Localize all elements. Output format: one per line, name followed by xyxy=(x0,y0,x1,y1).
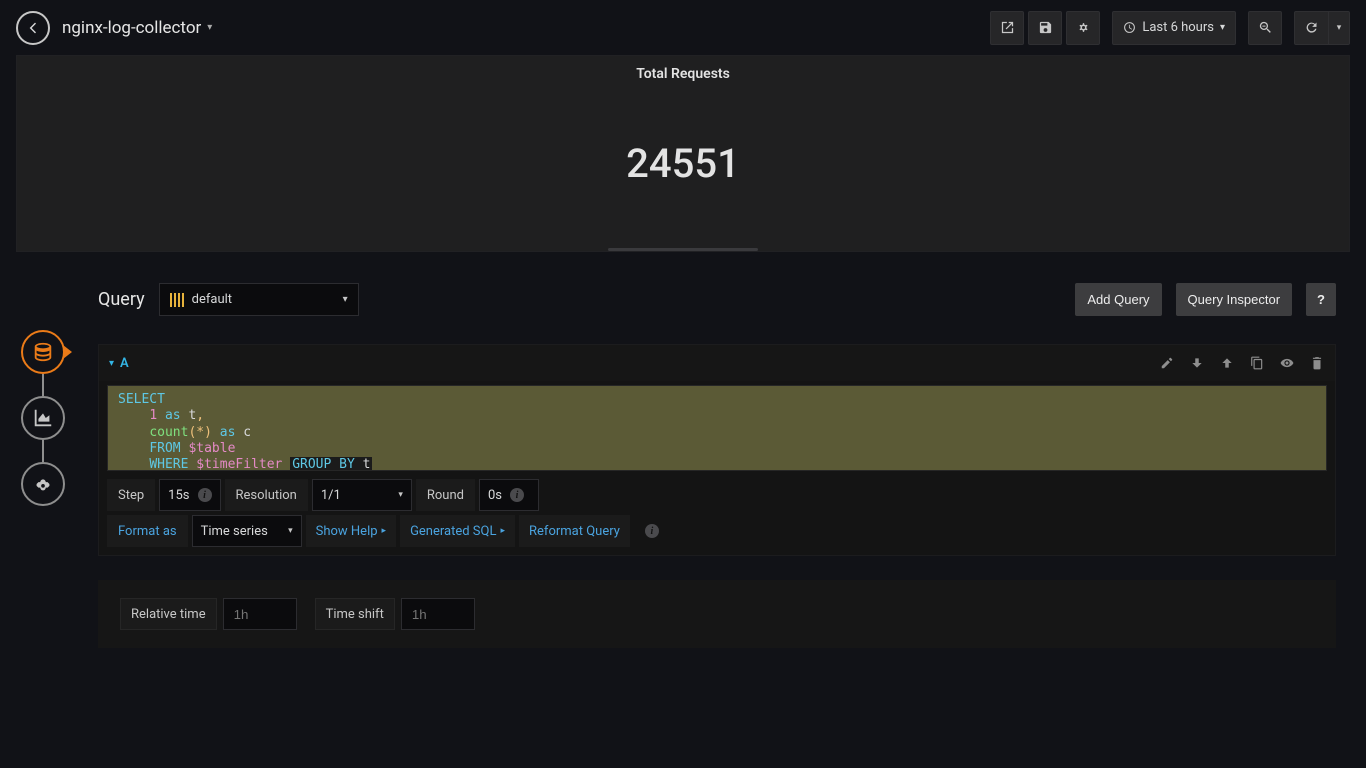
datasource-picker[interactable]: default ▾ xyxy=(159,283,359,316)
datasource-icon xyxy=(170,293,184,307)
save-icon xyxy=(1038,20,1053,35)
trash-icon xyxy=(1310,356,1324,370)
reformat-query-link[interactable]: Reformat Query xyxy=(519,515,630,547)
time-range-label: Last 6 hours xyxy=(1142,20,1214,35)
format-as-select[interactable]: Time series ▾ xyxy=(192,515,302,547)
query-help-button[interactable]: ? xyxy=(1306,283,1336,316)
refresh-group: ▾ xyxy=(1294,11,1350,45)
resolution-select[interactable]: 1/1 ▾ xyxy=(312,479,412,511)
caret-right-icon: ▸ xyxy=(500,526,505,536)
resolution-label: Resolution xyxy=(225,479,308,511)
info-icon[interactable]: i xyxy=(510,488,524,502)
caret-down-icon: ▾ xyxy=(1337,23,1342,33)
refresh-button[interactable] xyxy=(1294,11,1328,45)
time-shift-label: Time shift xyxy=(315,598,395,630)
caret-right-icon: ▸ xyxy=(382,526,387,536)
round-input[interactable]: 0s i xyxy=(479,479,539,511)
caret-down-icon: ▾ xyxy=(343,294,348,305)
nav-visualization[interactable] xyxy=(21,396,65,440)
back-button[interactable] xyxy=(16,11,50,45)
dashboard-title-text: nginx-log-collector xyxy=(62,18,201,38)
toolbar-button-group xyxy=(990,11,1100,45)
dashboard-title-dropdown[interactable]: nginx-log-collector ▾ xyxy=(62,18,212,38)
share-icon xyxy=(1000,20,1015,35)
settings-button[interactable] xyxy=(1066,11,1100,45)
nav-connector xyxy=(42,440,44,462)
singlestat-panel[interactable]: Total Requests 24551 xyxy=(16,55,1350,252)
query-options-row-1: Step 15s i Resolution 1/1 ▾ Round 0s i xyxy=(99,477,1335,513)
caret-down-icon: ▾ xyxy=(398,490,403,500)
caret-down-icon: ▾ xyxy=(207,22,212,33)
database-icon xyxy=(32,341,54,363)
top-toolbar: nginx-log-collector ▾ Last 6 hours ▾ ▾ xyxy=(0,0,1366,55)
time-override-section: Relative time Time shift xyxy=(98,580,1336,648)
arrow-up-icon xyxy=(1220,356,1234,370)
show-help-link[interactable]: Show Help▸ xyxy=(306,515,396,547)
query-ref-id: A xyxy=(120,356,129,371)
query-row-actions xyxy=(1159,355,1325,371)
resolution-value: 1/1 xyxy=(321,488,341,503)
nav-queries[interactable] xyxy=(21,330,65,374)
collapse-caret-icon: ▾ xyxy=(109,358,114,369)
time-range-picker[interactable]: Last 6 hours ▾ xyxy=(1112,11,1236,45)
nav-general[interactable] xyxy=(21,462,65,506)
refresh-interval-dropdown[interactable]: ▾ xyxy=(1328,11,1350,45)
format-as-label: Format as xyxy=(107,515,188,547)
query-options-row-2: Format as Time series ▾ Show Help▸ Genera… xyxy=(99,513,1335,549)
zoom-out-icon xyxy=(1258,20,1273,35)
zoom-out-button[interactable] xyxy=(1248,11,1282,45)
arrow-left-icon xyxy=(25,20,41,36)
round-value: 0s xyxy=(488,488,502,503)
toggle-visibility-button[interactable] xyxy=(1279,355,1295,371)
eye-icon xyxy=(1280,356,1294,370)
move-up-button[interactable] xyxy=(1219,355,1235,371)
gear-icon xyxy=(1076,20,1091,35)
query-inspector-button[interactable]: Query Inspector xyxy=(1176,283,1293,316)
caret-down-icon: ▾ xyxy=(288,526,293,536)
time-shift-input[interactable] xyxy=(401,598,475,630)
format-as-value: Time series xyxy=(201,524,268,539)
nav-connector xyxy=(42,374,44,396)
copy-icon xyxy=(1250,356,1264,370)
caret-down-icon: ▾ xyxy=(1220,22,1225,33)
editor-side-nav xyxy=(18,330,68,506)
info-icon[interactable]: i xyxy=(198,488,212,502)
panel-value: 24551 xyxy=(17,140,1349,187)
delete-query-button[interactable] xyxy=(1309,355,1325,371)
chart-area-icon xyxy=(32,407,54,429)
add-query-button[interactable]: Add Query xyxy=(1075,283,1161,316)
duplicate-query-button[interactable] xyxy=(1249,355,1265,371)
step-value: 15s xyxy=(168,488,189,503)
round-label: Round xyxy=(416,479,475,511)
clock-icon xyxy=(1123,21,1136,34)
panel-resize-handle[interactable] xyxy=(608,248,758,251)
generated-sql-link[interactable]: Generated SQL▸ xyxy=(400,515,515,547)
step-input[interactable]: 15s i xyxy=(159,479,220,511)
refresh-icon xyxy=(1304,20,1319,35)
query-section-label: Query xyxy=(98,289,145,310)
query-row-header[interactable]: ▾ A xyxy=(99,345,1335,381)
relative-time-label: Relative time xyxy=(120,598,217,630)
panel-title: Total Requests xyxy=(17,56,1349,82)
sql-text: SELECT 1 as t, count(*) as c FROM $table… xyxy=(108,386,1326,470)
step-label: Step xyxy=(107,479,155,511)
bug-gear-icon xyxy=(32,473,54,495)
arrow-down-icon xyxy=(1190,356,1204,370)
save-button[interactable] xyxy=(1028,11,1062,45)
relative-time-input[interactable] xyxy=(223,598,297,630)
info-icon[interactable]: i xyxy=(645,524,659,538)
pencil-icon xyxy=(1160,356,1174,370)
sql-editor[interactable]: SELECT 1 as t, count(*) as c FROM $table… xyxy=(107,385,1327,471)
datasource-name: default xyxy=(192,292,232,307)
share-button[interactable] xyxy=(990,11,1024,45)
query-header: Query default ▾ Add Query Query Inspecto… xyxy=(98,272,1336,327)
move-down-button[interactable] xyxy=(1189,355,1205,371)
edit-query-button[interactable] xyxy=(1159,355,1175,371)
query-block: ▾ A SELECT 1 as t, count(*) as c FROM $t… xyxy=(98,344,1336,556)
